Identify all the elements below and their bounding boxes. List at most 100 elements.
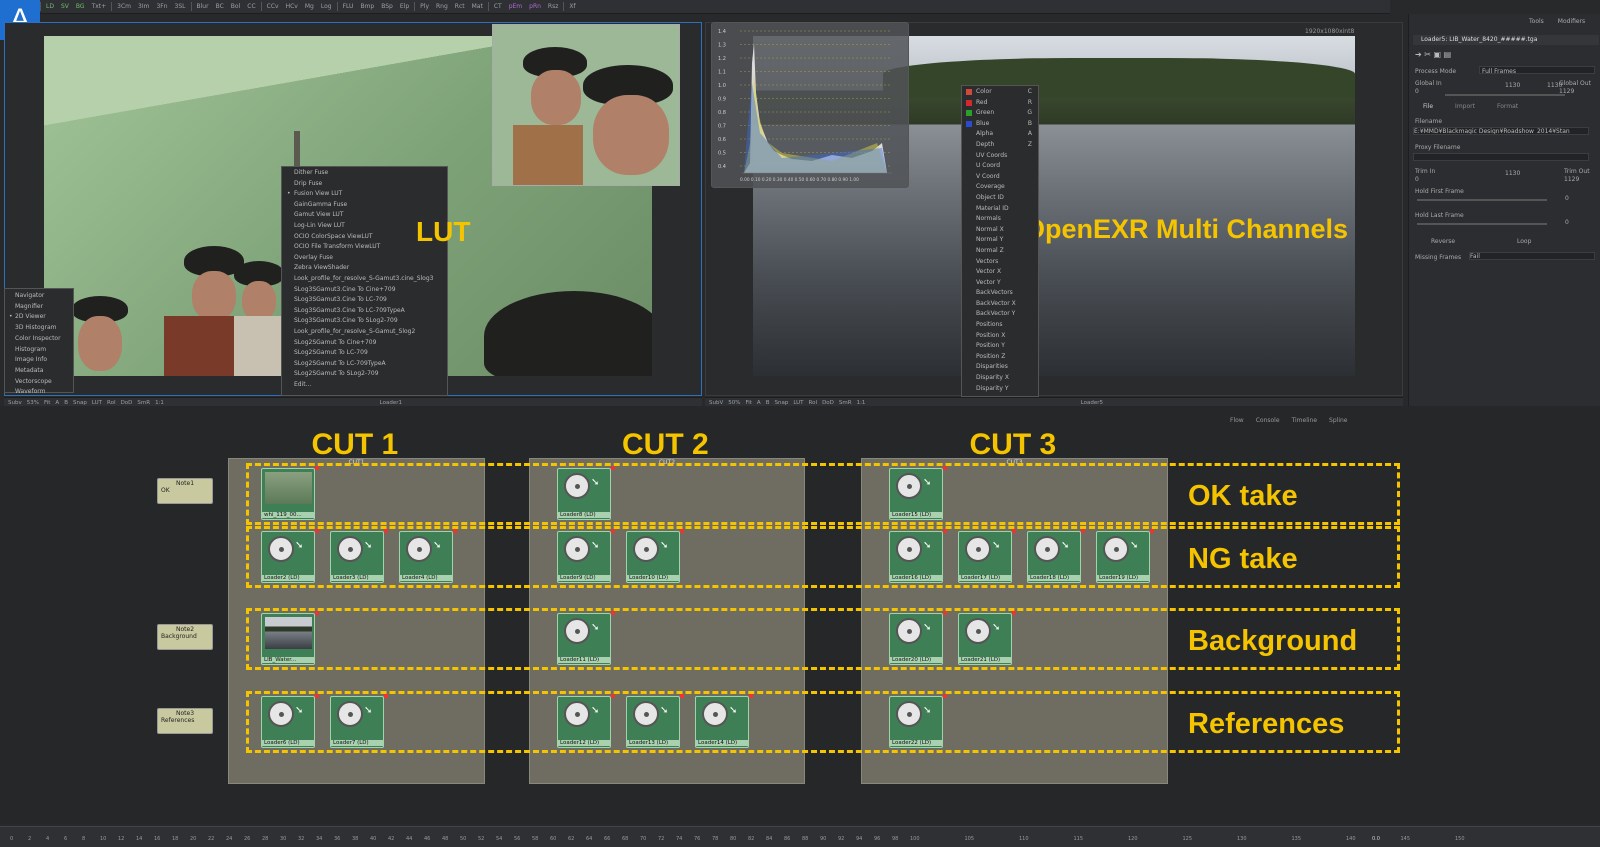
ruler-tick: 16 bbox=[154, 836, 161, 842]
node-label: Loader8 (LD) bbox=[558, 512, 610, 518]
loader-node[interactable]: ➘ Loader21 (LD) bbox=[958, 613, 1012, 665]
node-status-flag bbox=[1012, 611, 1016, 615]
film-reel-icon bbox=[965, 618, 991, 644]
loader-node[interactable]: ➘ Loader10 (LD) bbox=[626, 531, 680, 583]
ruler-tick: 44 bbox=[406, 836, 413, 842]
ruler-tick: 74 bbox=[676, 836, 683, 842]
film-reel-icon bbox=[965, 536, 991, 562]
loader-node[interactable]: ➘ Loader14 (LD) bbox=[695, 696, 749, 748]
note-node[interactable]: Note1 OK bbox=[157, 478, 213, 504]
loader-node[interactable]: ➘ Loader9 (LD) bbox=[557, 531, 611, 583]
node-status-flag bbox=[943, 529, 947, 533]
node-status-flag bbox=[943, 611, 947, 615]
loader-node[interactable]: ➘ Loader22 (LD) bbox=[889, 696, 943, 748]
node-status-flag bbox=[943, 466, 947, 470]
node-label: Loader10 (LD) bbox=[627, 575, 679, 581]
node-label: Loader13 (LD) bbox=[627, 740, 679, 746]
time-ruler[interactable]: 0 2 4 6 8 10 12 14 16 18 20 22 24 26 28 30 32 34 36 38 40 42 4… bbox=[0, 826, 1600, 847]
ruler-tick: 98 bbox=[892, 836, 899, 842]
loader-node[interactable]: whi_119_00... bbox=[261, 468, 315, 520]
loader-node[interactable]: ➘ Loader19 (LD) bbox=[1096, 531, 1150, 583]
ruler-tick: 105 bbox=[964, 836, 975, 842]
note-title: Note3 bbox=[175, 710, 195, 717]
note-node[interactable]: Note3 References bbox=[157, 708, 213, 734]
ruler-tick: 115 bbox=[1073, 836, 1084, 842]
loader-node[interactable]: ➘ Loader16 (LD) bbox=[889, 531, 943, 583]
ruler-tick: 30 bbox=[280, 836, 287, 842]
ruler-tick: 64 bbox=[586, 836, 593, 842]
film-reel-icon bbox=[406, 536, 432, 562]
film-reel-icon bbox=[896, 701, 922, 727]
film-reel-icon bbox=[702, 701, 728, 727]
node-label: Loader18 (LD) bbox=[1028, 575, 1080, 581]
ruler-tick: 14 bbox=[136, 836, 143, 842]
loader-arrow-icon: ➘ bbox=[591, 705, 600, 716]
ruler-tick: 10 bbox=[100, 836, 107, 842]
ruler-tick: 82 bbox=[748, 836, 755, 842]
loader-arrow-icon: ➘ bbox=[660, 705, 669, 716]
ruler-tick: 135 bbox=[1291, 836, 1302, 842]
node-status-flag bbox=[611, 694, 615, 698]
ruler-tick: 8 bbox=[82, 836, 86, 842]
loader-node[interactable]: ➘ Loader4 (LD) bbox=[399, 531, 453, 583]
node-label: Loader7 (LD) bbox=[331, 740, 383, 746]
film-reel-icon bbox=[1034, 536, 1060, 562]
loader-node[interactable]: ➘ Loader20 (LD) bbox=[889, 613, 943, 665]
film-reel-icon bbox=[564, 473, 590, 499]
loader-arrow-icon: ➘ bbox=[923, 540, 932, 551]
ruler-tick: 62 bbox=[568, 836, 575, 842]
note-node[interactable]: Note2 Background bbox=[157, 624, 213, 650]
loader-node[interactable]: ➘ Loader17 (LD) bbox=[958, 531, 1012, 583]
node-status-flag bbox=[384, 529, 388, 533]
ruler-tick: 50 bbox=[460, 836, 467, 842]
ruler-tick: 94 bbox=[856, 836, 863, 842]
ruler-tick: 6 bbox=[64, 836, 68, 842]
loader-node[interactable]: LIB_Water... bbox=[261, 613, 315, 665]
ruler-tick: 42 bbox=[388, 836, 395, 842]
node-status-flag bbox=[315, 611, 319, 615]
loader-arrow-icon: ➘ bbox=[364, 540, 373, 551]
node-status-flag bbox=[749, 694, 753, 698]
film-reel-icon bbox=[896, 536, 922, 562]
loader-arrow-icon: ➘ bbox=[923, 477, 932, 488]
node-status-flag bbox=[1150, 529, 1154, 533]
ruler-tick: 145 bbox=[1400, 836, 1411, 842]
loader-arrow-icon: ➘ bbox=[591, 540, 600, 551]
node-status-flag bbox=[680, 529, 684, 533]
loader-node[interactable]: ➘ Loader3 (LD) bbox=[330, 531, 384, 583]
ruler-tick: 90 bbox=[820, 836, 827, 842]
loader-node[interactable]: ➘ Loader8 (LD) bbox=[557, 468, 611, 520]
loader-node[interactable]: ➘ Loader7 (LD) bbox=[330, 696, 384, 748]
flow-content: CUT1 CUT 1 CUT2 CUT 2 CUT3 CUT 3 OK take NG tak… bbox=[0, 0, 1600, 847]
ruler-tick: 86 bbox=[784, 836, 791, 842]
ruler-tick: 54 bbox=[496, 836, 503, 842]
loader-node[interactable]: ➘ Loader13 (LD) bbox=[626, 696, 680, 748]
ruler-tick: 46 bbox=[424, 836, 431, 842]
node-status-flag bbox=[453, 529, 457, 533]
film-reel-icon bbox=[564, 701, 590, 727]
row-label-ref: References bbox=[1188, 708, 1345, 740]
loader-arrow-icon: ➘ bbox=[992, 622, 1001, 633]
loader-node[interactable]: ➘ Loader11 (LD) bbox=[557, 613, 611, 665]
ruler-tick: 70 bbox=[640, 836, 647, 842]
loader-node[interactable]: ➘ Loader2 (LD) bbox=[261, 531, 315, 583]
film-reel-icon bbox=[564, 536, 590, 562]
node-thumbnail bbox=[265, 472, 312, 504]
node-label: Loader22 (LD) bbox=[890, 740, 942, 746]
film-reel-icon bbox=[337, 536, 363, 562]
ruler-tick: 110 bbox=[1019, 836, 1029, 842]
loader-node[interactable]: ➘ Loader18 (LD) bbox=[1027, 531, 1081, 583]
loader-node[interactable]: ➘ Loader15 (LD) bbox=[889, 468, 943, 520]
ruler-tick: 52 bbox=[478, 836, 485, 842]
node-status-flag bbox=[611, 466, 615, 470]
node-label: Loader4 (LD) bbox=[400, 575, 452, 581]
node-label: Loader9 (LD) bbox=[558, 575, 610, 581]
note-body: OK bbox=[161, 487, 170, 494]
note-body: References bbox=[161, 717, 195, 724]
node-label: Loader15 (LD) bbox=[890, 512, 942, 518]
node-label: Loader2 (LD) bbox=[262, 575, 314, 581]
loader-node[interactable]: ➘ Loader12 (LD) bbox=[557, 696, 611, 748]
ruler-tick: 24 bbox=[226, 836, 233, 842]
loader-node[interactable]: ➘ Loader6 (LD) bbox=[261, 696, 315, 748]
film-reel-icon bbox=[896, 473, 922, 499]
